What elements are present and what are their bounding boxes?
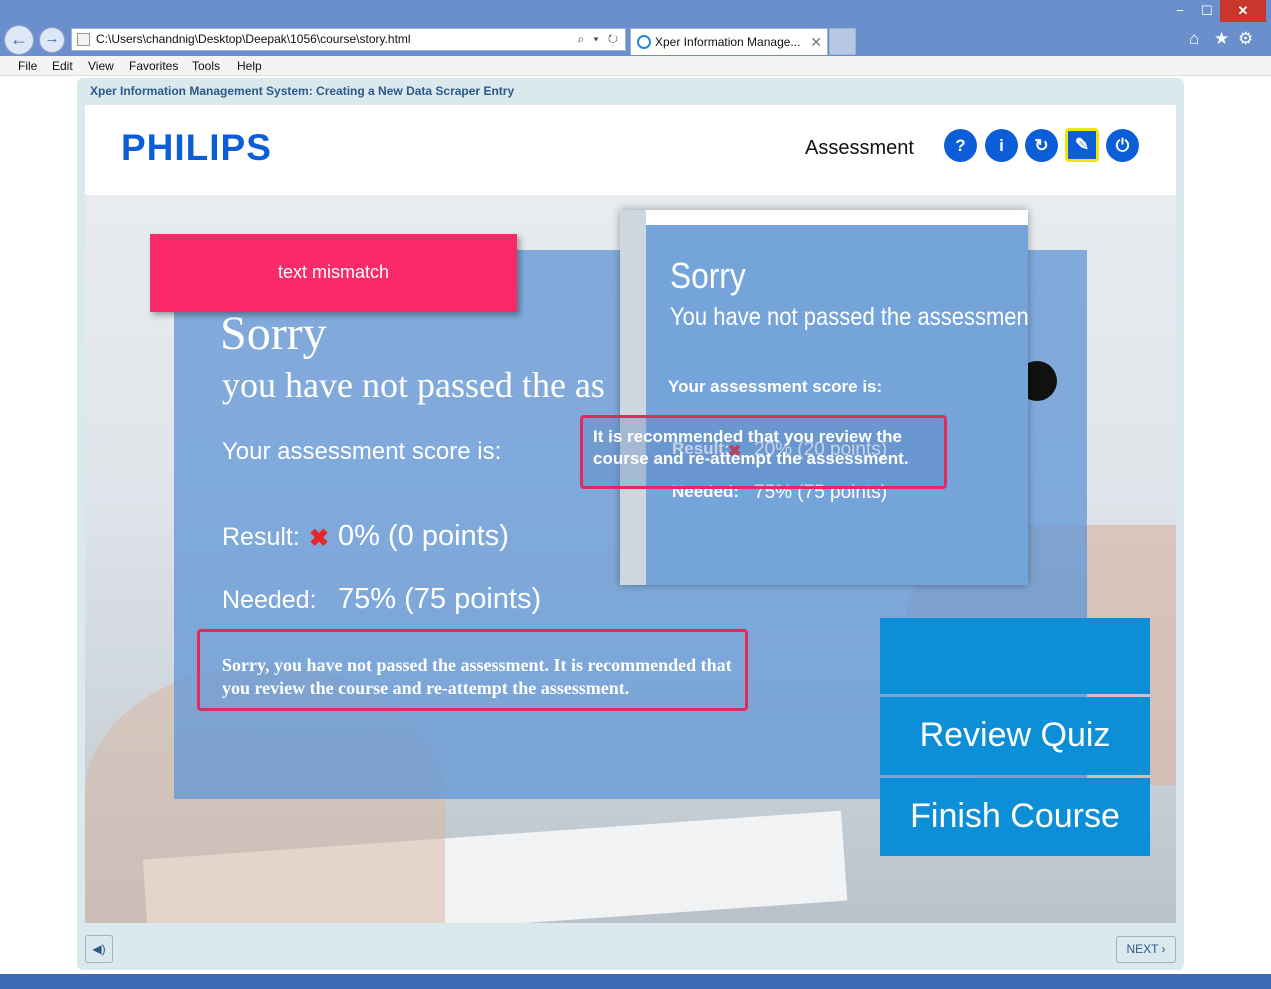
result-message: Sorry, you have not passed the assessmen… xyxy=(197,629,748,711)
hidden-course-button[interactable] xyxy=(880,618,1150,694)
reference-score-label: Your assessment score is: xyxy=(668,377,883,396)
audio-button[interactable]: ◀) xyxy=(85,935,113,963)
tab-title: Xper Information Manage... xyxy=(655,35,801,49)
home-icon[interactable]: ⌂ xyxy=(1189,29,1199,49)
compass-button[interactable]: ✎ xyxy=(1065,128,1099,162)
reference-message: It is recommended that you review the co… xyxy=(580,415,947,489)
course-slide: PHILIPS Assessment ? i ↻ ✎ ⏻ Sorry you h… xyxy=(85,105,1176,923)
address-bar[interactable]: C:\Users\chandnig\Desktop\Deepak\1056\co… xyxy=(71,28,626,51)
result-value: 0% (0 points) xyxy=(338,520,509,552)
info-button[interactable]: i xyxy=(985,129,1018,162)
score-label: Your assessment score is: xyxy=(222,438,502,465)
reference-panel: Sorry You have not passed the assessmen … xyxy=(646,225,1028,585)
not-passed-text: you have not passed the as xyxy=(222,365,605,405)
next-button[interactable]: NEXT › xyxy=(1116,936,1176,963)
course-title: Xper Information Management System: Crea… xyxy=(90,84,515,98)
menu-view[interactable]: View xyxy=(88,59,114,73)
menu-bar: File Edit View Favorites Tools Help xyxy=(0,56,1271,76)
page-icon xyxy=(77,33,90,46)
maximize-button[interactable]: ☐ xyxy=(1194,0,1220,22)
reference-background xyxy=(620,210,646,585)
needed-value: 75% (75 points) xyxy=(338,583,542,615)
menu-tools[interactable]: Tools xyxy=(192,59,220,73)
favorites-icon[interactable]: ★ xyxy=(1214,29,1229,49)
section-title: Assessment xyxy=(805,137,914,159)
sorry-heading: Sorry xyxy=(220,307,327,360)
new-tab-button[interactable] xyxy=(829,28,856,55)
philips-logo: PHILIPS xyxy=(121,127,272,168)
menu-favorites[interactable]: Favorites xyxy=(129,59,178,73)
text-mismatch-tag: text mismatch xyxy=(150,234,517,312)
fail-x-icon: ✖ xyxy=(309,525,330,552)
reference-screenshot: Sorry You have not passed the assessmen … xyxy=(620,210,1028,585)
minimize-button[interactable]: − xyxy=(1166,0,1194,22)
finish-course-button[interactable]: Finish Course xyxy=(880,778,1150,856)
close-window-button[interactable]: ✕ xyxy=(1220,0,1266,22)
back-button[interactable]: ← xyxy=(4,25,34,55)
browser-chrome: − ☐ ✕ ← → C:\Users\chandnig\Desktop\Deep… xyxy=(0,0,1271,56)
help-button[interactable]: ? xyxy=(944,129,977,162)
power-button[interactable]: ⏻ xyxy=(1106,129,1139,162)
menu-help[interactable]: Help xyxy=(237,59,262,73)
menu-edit[interactable]: Edit xyxy=(52,59,73,73)
replay-button[interactable]: ↻ xyxy=(1025,129,1058,162)
browser-tab[interactable]: Xper Information Manage... ✕ xyxy=(630,28,828,55)
tab-close-icon[interactable]: ✕ xyxy=(810,29,822,55)
menu-file[interactable]: File xyxy=(18,59,37,73)
result-label: Result: xyxy=(222,523,300,551)
address-text: C:\Users\chandnig\Desktop\Deepak\1056\co… xyxy=(96,32,411,46)
address-tools[interactable]: ⌕ ▾ ↻ xyxy=(577,29,621,50)
reference-not-passed-text: You have not passed the assessmen xyxy=(670,303,1028,331)
gear-icon[interactable]: ⚙ xyxy=(1238,29,1253,49)
reference-sorry-heading: Sorry xyxy=(670,255,746,296)
forward-button[interactable]: → xyxy=(39,27,65,53)
review-quiz-button[interactable]: Review Quiz xyxy=(880,697,1150,775)
needed-label: Needed: xyxy=(222,586,317,614)
ie-icon xyxy=(637,35,651,49)
taskbar xyxy=(0,974,1271,989)
